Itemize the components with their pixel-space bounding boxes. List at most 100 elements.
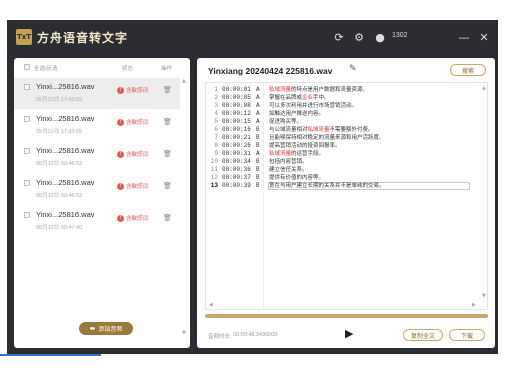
line-number: 11 [210,166,218,173]
chevron-up-icon[interactable]: ▲ [182,78,186,84]
file-checkbox[interactable] [24,148,30,154]
line-text: 包括内容营销。 [269,158,308,166]
line-text-post: 的特点是用户数据和流量资源。 [291,87,369,93]
action-header: 操作 [161,66,173,72]
transcript-line[interactable]: 12 00:00:37 B 提供有价值的内容等。 [206,174,476,182]
status-text: 含敏感词 [126,216,149,222]
line-speaker: A [256,102,260,109]
file-list-scrollbar[interactable]: ▲ ▼ [182,78,188,336]
status-text: 含敏感词 [126,120,149,126]
file-checkbox[interactable] [24,116,30,122]
transcript-horizontal-scrollbar[interactable]: ◀ ▶ [206,302,482,309]
taskbar-accent [0,354,101,356]
trash-icon[interactable]: 🗑 [163,214,172,222]
refresh-icon[interactable]: ⟳ [332,30,346,44]
file-item[interactable]: Yinxi...25816.wav 06月12日 09:47:40 ! 含敏感词 … [14,206,180,237]
folder-icon: ▬ [89,325,96,332]
chevron-right-icon[interactable]: ▶ [472,302,476,308]
line-number: 4 [214,110,218,117]
line-number: 9 [214,150,218,157]
line-text-pre: 与公域流量相对 [269,127,308,133]
file-item[interactable]: Yinxi...25816.wav 06月12日 09:46:53 ! 含敏感词 … [14,174,180,205]
line-timestamp: 00:00:01 [222,86,251,93]
file-checkbox[interactable] [24,212,30,218]
download-button[interactable]: 下载 [449,329,485,341]
trash-icon[interactable]: 🗑 [163,182,172,190]
status-text: 含敏感词 [126,184,149,190]
file-name: Yinxi...25816.wav [36,82,95,91]
line-timestamp: 00:00:05 [222,94,251,101]
line-text-post: 的运营手段。 [291,151,325,157]
transcript-line[interactable]: 4 00:00:12 A 如触达用户推送内容。 [206,110,476,118]
file-checkbox[interactable] [24,84,30,90]
transcript-line[interactable]: 2 00:00:05 A 掌握在品牌或企业手中。 [206,94,476,102]
select-all-label[interactable]: 全选/反选 [34,64,58,72]
transcript-line[interactable]: 6 00:00:16 B 与公域流量相对私域流量不需要额外付费。 [206,126,476,134]
transcript-line[interactable]: 5 00:00:15 A 促进购买等。 [206,118,476,126]
line-number: 6 [214,126,218,133]
transcript-line[interactable]: 10 00:00:34 B 包括内容营销。 [206,158,476,166]
status-text: 含敏感词 [126,152,149,158]
playback-progress-bar[interactable] [205,314,488,318]
copy-all-button[interactable]: 复制全文 [403,329,443,341]
line-text-pre: 促进购买等。 [269,119,303,125]
chevron-down-icon[interactable]: ▼ [182,330,186,336]
warning-icon: ! [117,150,124,158]
line-text: 私域流量的特点是用户数据和流量资源。 [269,86,368,94]
line-timestamp: 00:00:08 [222,102,251,109]
transcript-line[interactable]: 11 00:00:36 B 建立信任关系。 [206,166,476,174]
line-timestamp: 00:00:21 [222,134,251,141]
sensitive-word: 私域流量 [307,127,330,133]
app-logo: TxT [16,29,32,45]
chevron-up-icon[interactable]: ▲ [482,85,486,91]
line-text-pre: 掌握在品牌或 [269,95,303,101]
transcript-line[interactable]: 8 00:00:26 B 提高营销活动的投资回报率。 [206,142,476,150]
line-text-pre: 建立信任关系。 [269,167,308,173]
line-timestamp: 00:00:31 [222,150,251,157]
file-item[interactable]: Yinxi...25816.wav 06月12日 09:46:53 ! 含敏感词 … [14,142,180,173]
line-number: 10 [210,158,218,165]
title-bar: TxT 方舟语音转文字 ⟳ ⚙ ● 1302 — ✕ [7,20,498,54]
transcript-line[interactable]: 1 00:00:01 A 私域流量的特点是用户数据和流量资源。 [206,86,476,94]
line-speaker: B [256,126,260,133]
select-all-checkbox[interactable] [24,64,30,70]
transcript-line[interactable]: 7 00:00:21 B 且能够保持相对稳定的流量来源和用户活跃度。 [206,134,476,142]
line-speaker: B [256,174,260,181]
file-date: 06月12日 09:46:53 [36,161,83,167]
line-text-pre: 且能够保持相对稳定的流量来源和用户活跃度。 [269,135,385,141]
file-list-header: 全选/反选 状态 操作 [14,58,190,76]
edit-icon[interactable]: ✎ [349,64,357,74]
transcript-line[interactable]: 9 00:00:31 A 私域流量的运营手段。 [206,150,476,158]
playback-progress-fill [205,314,488,318]
file-item[interactable]: Yinxi...25816.wav 05月31日 17:43:55 ! 含敏感词 … [14,110,180,141]
line-timestamp: 00:00:37 [222,174,251,181]
chevron-down-icon[interactable]: ▼ [482,293,486,299]
search-button[interactable]: 搜索 [450,64,486,76]
line-text-pre: 可以多次利用并进行市场营销活动。 [269,103,358,109]
minimize-icon[interactable]: — [457,30,471,44]
transcript-line[interactable]: 3 00:00:08 A 可以多次利用并进行市场营销活动。 [206,102,476,110]
add-audio-button[interactable]: ▬ 添加音频 [79,322,133,335]
duration-label: 音频时长: [208,334,232,340]
line-text: 且能够保持相对稳定的流量来源和用户活跃度。 [269,134,385,142]
transcript-text-area[interactable]: 1 00:00:01 A 私域流量的特点是用户数据和流量资源。 2 00:00:05 A 掌握… [205,82,488,310]
play-icon[interactable]: ▶ [345,327,353,340]
chevron-left-icon[interactable]: ◀ [209,302,213,308]
trash-icon[interactable]: 🗑 [163,86,172,94]
user-id[interactable]: 1302 [392,32,408,39]
line-text: 提高营销活动的投资回报率。 [269,142,341,150]
file-date: 05月31日 17:43:55 [36,97,83,103]
file-item[interactable]: Yinxi...25816.wav 05月31日 17:43:55 ! 含敏感词 … [14,78,180,109]
transcript-line[interactable]: 13 00:00:39 B 意在与用户建立长期的关系并不是单纯的交易。 [206,182,476,190]
file-checkbox[interactable] [24,180,30,186]
line-number: 12 [210,174,218,181]
gear-icon[interactable]: ⚙ [352,30,366,44]
line-timestamp: 00:00:36 [222,166,251,173]
file-list-panel: 全选/反选 状态 操作 Yinxi...25816.wav 05月31日 17:… [14,58,190,348]
file-name: Yinxi...25816.wav [36,146,95,155]
transcript-vertical-scrollbar[interactable]: ▲ ▼ [482,83,487,309]
trash-icon[interactable]: 🗑 [163,150,172,158]
trash-icon[interactable]: 🗑 [163,118,172,126]
user-icon[interactable]: ● [373,30,387,44]
close-icon[interactable]: ✕ [477,30,491,44]
